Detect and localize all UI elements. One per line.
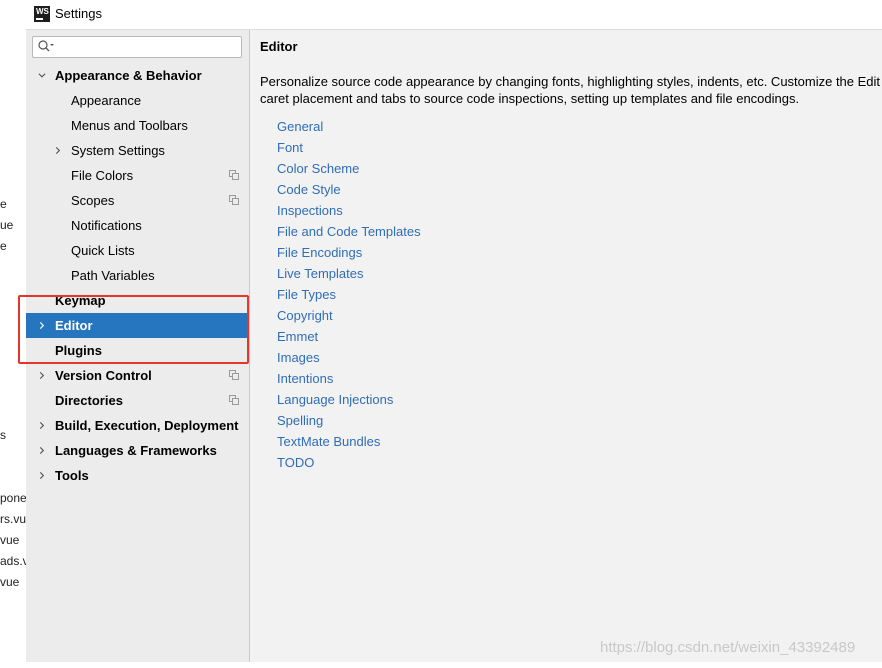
sidebar-item-label: File Colors — [71, 168, 134, 183]
logo-underline — [36, 18, 43, 20]
sidebar-item-menus-and-toolbars[interactable]: Menus and Toolbars — [26, 113, 249, 138]
background-text: s — [0, 428, 6, 442]
chevron-right-icon[interactable] — [54, 146, 62, 155]
description-line: Personalize source code appearance by ch… — [260, 74, 881, 89]
sidebar-item-quick-lists[interactable]: Quick Lists — [26, 238, 249, 263]
link-inspections[interactable]: Inspections — [277, 203, 343, 218]
link-file-encodings[interactable]: File Encodings — [277, 245, 362, 260]
sidebar-item-keymap[interactable]: Keymap — [26, 288, 249, 313]
chevron-right-icon[interactable] — [38, 371, 46, 380]
background-text: pone — [0, 491, 26, 505]
project-scope-icon — [229, 195, 239, 205]
sidebar-item-languages-and-frameworks[interactable]: Languages & Frameworks — [26, 438, 249, 463]
sidebar-item-label: Menus and Toolbars — [71, 118, 188, 133]
sidebar-item-label: Notifications — [71, 218, 142, 233]
chevron-right-icon[interactable] — [38, 471, 46, 480]
webstorm-logo-icon: WS — [34, 6, 50, 22]
link-font[interactable]: Font — [277, 140, 303, 155]
link-emmet[interactable]: Emmet — [277, 329, 318, 344]
page-description: Personalize source code appearance by ch… — [260, 73, 882, 107]
link-color-scheme[interactable]: Color Scheme — [277, 161, 359, 176]
sidebar-item-label: Quick Lists — [71, 243, 135, 258]
background-editor: e ue e s pone rs.vue vue ads.v vue — [0, 0, 26, 668]
settings-sidebar: Appearance & Behavior Appearance Menus and… — [26, 30, 250, 662]
background-text: rs.vue — [0, 512, 26, 526]
sidebar-item-label: Editor — [55, 318, 93, 333]
sidebar-item-editor[interactable]: Editor — [26, 313, 249, 338]
settings-content: Editor Personalize source code appearanc… — [250, 30, 882, 662]
chevron-down-icon[interactable] — [38, 71, 46, 80]
link-general[interactable]: General — [277, 119, 323, 134]
description-line: caret placement and tabs to source code … — [260, 91, 800, 106]
sidebar-item-path-variables[interactable]: Path Variables — [26, 263, 249, 288]
chevron-right-icon[interactable] — [38, 446, 46, 455]
sidebar-item-label: Tools — [55, 468, 89, 483]
chevron-right-icon[interactable] — [38, 321, 46, 330]
background-text: vue — [0, 533, 20, 547]
sidebar-item-appearance-and-behavior[interactable]: Appearance & Behavior — [26, 63, 249, 88]
window-title: Settings — [55, 6, 102, 21]
link-code-style[interactable]: Code Style — [277, 182, 341, 197]
sidebar-item-tools[interactable]: Tools — [26, 463, 249, 488]
window-bottom-edge — [26, 662, 882, 668]
sidebar-item-build-execution-deployment[interactable]: Build, Execution, Deployment — [26, 413, 249, 438]
sidebar-item-label: Appearance — [71, 93, 142, 108]
link-file-and-code-templates[interactable]: File and Code Templates — [277, 224, 421, 239]
sidebar-item-label: Version Control — [55, 368, 152, 383]
sidebar-item-label: Plugins — [55, 343, 102, 358]
link-file-types[interactable]: File Types — [277, 287, 336, 302]
background-text: e — [0, 239, 7, 253]
search-icon — [38, 40, 54, 52]
sidebar-item-label: Path Variables — [71, 268, 155, 283]
sidebar-item-label: Scopes — [71, 193, 115, 208]
link-spelling[interactable]: Spelling — [277, 413, 323, 428]
link-language-injections[interactable]: Language Injections — [277, 392, 393, 407]
sidebar-item-label: Keymap — [55, 293, 106, 308]
background-text: ads.v — [0, 554, 26, 568]
link-live-templates[interactable]: Live Templates — [277, 266, 363, 281]
watermark: https://blog.csdn.net/weixin_43392489 — [600, 639, 856, 656]
background-text: vue — [0, 575, 20, 589]
title-bar[interactable]: WS Settings — [26, 0, 882, 30]
link-todo[interactable]: TODO — [277, 455, 314, 470]
sidebar-item-notifications[interactable]: Notifications — [26, 213, 249, 238]
link-intentions[interactable]: Intentions — [277, 371, 333, 386]
sidebar-item-system-settings[interactable]: System Settings — [26, 138, 249, 163]
project-scope-icon — [229, 370, 239, 380]
chevron-right-icon[interactable] — [38, 421, 46, 430]
sidebar-item-label: Languages & Frameworks — [55, 443, 217, 458]
project-scope-icon — [229, 170, 239, 180]
link-textmate-bundles[interactable]: TextMate Bundles — [277, 434, 380, 449]
background-text: e — [0, 197, 7, 211]
search-box[interactable] — [32, 36, 242, 58]
search-input[interactable] — [55, 38, 239, 56]
sidebar-item-directories[interactable]: Directories — [26, 388, 249, 413]
sidebar-item-label: Appearance & Behavior — [55, 68, 202, 83]
sidebar-item-scopes[interactable]: Scopes — [26, 188, 249, 213]
link-images[interactable]: Images — [277, 350, 320, 365]
link-copyright[interactable]: Copyright — [277, 308, 333, 323]
project-scope-icon — [229, 395, 239, 405]
background-text: ue — [0, 218, 14, 232]
sidebar-item-label: System Settings — [71, 143, 165, 158]
page-title: Editor — [260, 39, 298, 54]
sidebar-item-version-control[interactable]: Version Control — [26, 363, 249, 388]
sidebar-item-label: Directories — [55, 393, 123, 408]
sidebar-item-label: Build, Execution, Deployment — [55, 418, 239, 433]
sidebar-item-appearance[interactable]: Appearance — [26, 88, 249, 113]
sidebar-item-file-colors[interactable]: File Colors — [26, 163, 249, 188]
sidebar-item-plugins[interactable]: Plugins — [26, 338, 249, 363]
logo-text: WS — [36, 7, 49, 16]
